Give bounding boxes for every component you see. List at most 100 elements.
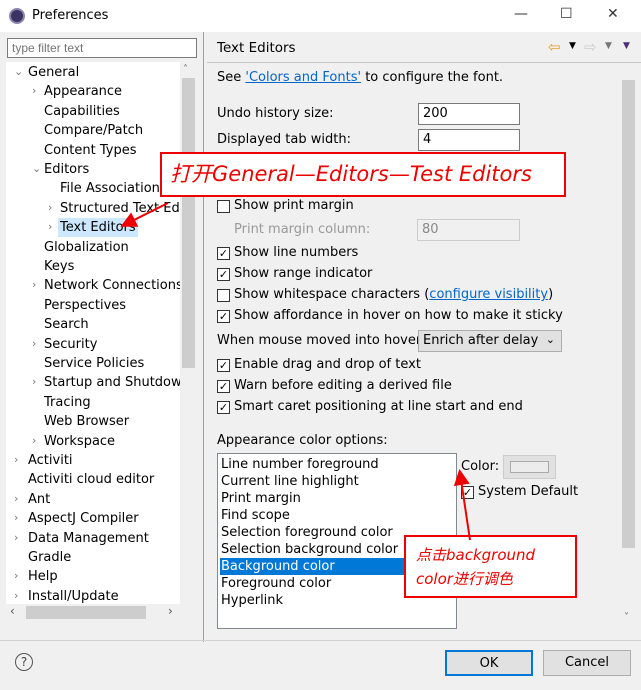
colors-fonts-link[interactable]: 'Colors and Fonts' — [245, 70, 361, 85]
tree-item[interactable]: File Associations — [58, 179, 169, 198]
page-scroll-down-icon[interactable]: ˅ — [624, 612, 629, 623]
warn-derived-checkbox[interactable]: ✓ — [217, 380, 230, 393]
tree-item[interactable]: Search — [42, 315, 91, 334]
close-button[interactable]: ✕ — [607, 6, 619, 22]
scroll-left-icon[interactable]: ‹ — [10, 604, 15, 618]
forward-menu-icon[interactable]: ▼ — [605, 41, 612, 51]
tree-item[interactable]: Security — [42, 335, 99, 354]
expand-icon[interactable]: › — [14, 511, 18, 524]
color-picker-button[interactable] — [503, 455, 556, 479]
scroll-right-icon[interactable]: › — [168, 604, 173, 618]
color-option-item[interactable]: Current line highlight — [220, 473, 454, 490]
window-title: Preferences — [32, 8, 109, 23]
see-colors-fonts: See 'Colors and Fonts' to configure the … — [217, 70, 503, 85]
tree-item[interactable]: Appearance — [42, 82, 124, 101]
expand-icon[interactable]: › — [48, 220, 52, 233]
preferences-tree[interactable]: ⌄ General › Appearance Capabilities Compare/P… — [6, 62, 180, 620]
expand-icon[interactable]: › — [48, 201, 52, 214]
undo-input[interactable]: 200 — [418, 103, 520, 125]
back-icon[interactable]: ⇦ — [548, 38, 561, 56]
tree-item[interactable]: Capabilities — [42, 102, 122, 121]
tree-item[interactable]: Startup and Shutdown — [42, 373, 180, 392]
tree-item[interactable]: Keys — [42, 257, 76, 276]
tree-item[interactable]: Help — [26, 567, 60, 586]
ok-button[interactable]: OK — [445, 650, 533, 676]
tree-item[interactable]: Service Policies — [42, 354, 146, 373]
print-margin-checkbox[interactable] — [217, 200, 230, 213]
tree-item[interactable]: Text Editors — [58, 218, 138, 238]
header-separator — [207, 62, 641, 63]
system-default-checkbox[interactable]: ✓ — [461, 486, 474, 499]
page-scroll-thumb[interactable] — [622, 80, 635, 548]
expand-icon[interactable]: › — [32, 278, 36, 291]
cancel-button[interactable]: Cancel — [543, 650, 631, 676]
expand-icon[interactable]: › — [32, 375, 36, 388]
tab-width-input[interactable]: 4 — [418, 129, 520, 151]
tree-item[interactable]: Workspace — [42, 432, 117, 451]
expand-icon[interactable]: › — [14, 453, 18, 466]
tree-item[interactable]: Compare/Patch — [42, 121, 145, 140]
drag-drop-label: Enable drag and drop of text — [234, 357, 421, 372]
print-margin-column-input[interactable]: 80 — [417, 219, 520, 241]
expand-icon[interactable]: › — [14, 531, 18, 544]
tree-scroll-thumb[interactable] — [182, 78, 195, 368]
collapse-icon[interactable]: ⌄ — [14, 65, 23, 78]
expand-icon[interactable]: › — [32, 337, 36, 350]
tree-item[interactable]: Data Management — [26, 529, 151, 548]
range-indicator-label: Show range indicator — [234, 266, 373, 281]
line-numbers-label: Show line numbers — [234, 245, 359, 260]
whitespace-suffix: ) — [548, 287, 554, 302]
minimize-button[interactable]: — — [514, 6, 528, 22]
expand-icon[interactable]: › — [14, 589, 18, 602]
whitespace-checkbox[interactable] — [217, 289, 230, 302]
hover-label: When mouse moved into hover: — [217, 333, 426, 348]
tree-item[interactable]: Perspectives — [42, 296, 128, 315]
tree-item[interactable]: Web Browser — [42, 412, 131, 431]
expand-icon[interactable]: › — [32, 84, 36, 97]
eclipse-icon — [9, 8, 25, 24]
expand-icon[interactable]: › — [14, 569, 18, 582]
filter-input[interactable] — [7, 38, 197, 58]
title-bar: Preferences — ☐ ✕ — [0, 0, 641, 32]
annotation-line1: 点击background — [416, 546, 536, 564]
forward-icon[interactable]: ⇨ — [584, 38, 597, 56]
whitespace-label: Show whitespace characters (configure vi… — [234, 287, 553, 302]
color-option-item[interactable]: Line number foreground — [220, 456, 454, 473]
configure-visibility-link[interactable]: configure visibility — [429, 287, 548, 302]
tree-hscroll-thumb[interactable] — [26, 606, 146, 619]
tree-item[interactable]: Gradle — [26, 548, 73, 567]
drag-drop-checkbox[interactable]: ✓ — [217, 359, 230, 372]
tree-item[interactable]: Activiti — [26, 451, 75, 470]
range-indicator-checkbox[interactable]: ✓ — [217, 268, 230, 281]
system-default-label: System Default — [478, 484, 579, 499]
expand-icon[interactable]: › — [14, 492, 18, 505]
tree-item[interactable]: Ant — [26, 490, 52, 509]
affordance-checkbox[interactable]: ✓ — [217, 310, 230, 323]
hover-select[interactable]: Enrich after delay ⌄ — [418, 330, 562, 352]
view-menu-icon[interactable]: ▼ — [623, 41, 630, 51]
chevron-down-icon: ⌄ — [545, 333, 555, 346]
panel-divider[interactable] — [203, 32, 204, 642]
back-menu-icon[interactable]: ▼ — [569, 41, 576, 51]
collapse-icon[interactable]: ⌄ — [32, 162, 41, 175]
tree-item[interactable]: General — [26, 63, 81, 82]
tree-item[interactable]: AspectJ Compiler — [26, 509, 141, 528]
scroll-up-icon[interactable]: ˄ — [183, 64, 188, 75]
tree-item[interactable]: Structured Text Edi — [58, 199, 180, 218]
line-numbers-checkbox[interactable]: ✓ — [217, 247, 230, 260]
expand-icon[interactable]: › — [32, 434, 36, 447]
tree-item[interactable]: Activiti cloud editor — [26, 470, 156, 489]
tree-item[interactable]: Install/Update — [26, 587, 121, 606]
tree-item[interactable]: Network Connections — [42, 276, 180, 295]
see-suffix: to configure the font. — [361, 70, 504, 85]
smart-caret-checkbox[interactable]: ✓ — [217, 401, 230, 414]
tree-item[interactable]: Editors — [42, 160, 91, 179]
color-option-item[interactable]: Print margin — [220, 490, 454, 507]
tree-item[interactable]: Globalization — [42, 238, 131, 257]
tree-item[interactable]: Content Types — [42, 141, 138, 160]
help-button[interactable]: ? — [15, 653, 33, 671]
maximize-button[interactable]: ☐ — [560, 6, 573, 22]
color-option-item[interactable]: Find scope — [220, 507, 454, 524]
annotation-line2: color进行调色 — [416, 570, 513, 588]
tree-item[interactable]: Tracing — [42, 393, 93, 412]
